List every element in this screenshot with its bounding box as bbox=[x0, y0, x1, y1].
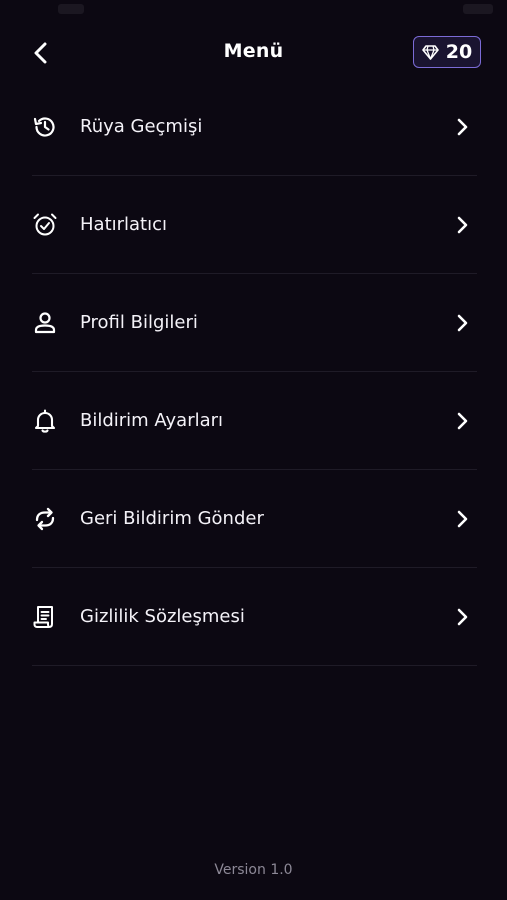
menu-list: Rüya Geçmişi Hatırlatıcı Profil Bilgiler… bbox=[0, 78, 507, 666]
chevron-right-icon bbox=[452, 508, 472, 530]
chevron-right-icon bbox=[452, 410, 472, 432]
document-icon bbox=[32, 604, 58, 630]
menu-item-label: Gizlilik Sözleşmesi bbox=[80, 606, 245, 627]
menu-item-label: Bildirim Ayarları bbox=[80, 410, 224, 431]
alarm-clock-icon bbox=[32, 212, 58, 238]
menu-item-reminder[interactable]: Hatırlatıcı bbox=[0, 176, 507, 274]
chevron-right-icon bbox=[452, 606, 472, 628]
status-battery-placeholder bbox=[463, 4, 493, 14]
gem-balance-button[interactable]: 20 bbox=[413, 36, 481, 68]
menu-item-label: Hatırlatıcı bbox=[80, 214, 168, 235]
menu-item-label: Geri Bildirim Gönder bbox=[80, 508, 264, 529]
divider bbox=[32, 665, 477, 666]
menu-item-dream-history[interactable]: Rüya Geçmişi bbox=[0, 78, 507, 176]
bell-icon bbox=[32, 408, 58, 434]
chevron-right-icon bbox=[452, 214, 472, 236]
feedback-icon bbox=[32, 506, 58, 532]
history-icon bbox=[32, 114, 58, 140]
menu-item-label: Profil Bilgileri bbox=[80, 312, 198, 333]
menu-item-notification-settings[interactable]: Bildirim Ayarları bbox=[0, 372, 507, 470]
chevron-right-icon bbox=[452, 116, 472, 138]
status-time-placeholder bbox=[58, 4, 84, 14]
menu-item-label: Rüya Geçmişi bbox=[80, 116, 203, 137]
header: Menü 20 bbox=[0, 28, 507, 78]
menu-item-send-feedback[interactable]: Geri Bildirim Gönder bbox=[0, 470, 507, 568]
menu-item-profile-info[interactable]: Profil Bilgileri bbox=[0, 274, 507, 372]
version-label: Version 1.0 bbox=[214, 862, 293, 878]
gem-count: 20 bbox=[445, 41, 473, 63]
chevron-right-icon bbox=[452, 312, 472, 334]
status-bar bbox=[0, 0, 507, 22]
menu-item-privacy-agreement[interactable]: Gizlilik Sözleşmesi bbox=[0, 568, 507, 666]
user-icon bbox=[32, 310, 58, 336]
diamond-icon bbox=[421, 44, 439, 60]
